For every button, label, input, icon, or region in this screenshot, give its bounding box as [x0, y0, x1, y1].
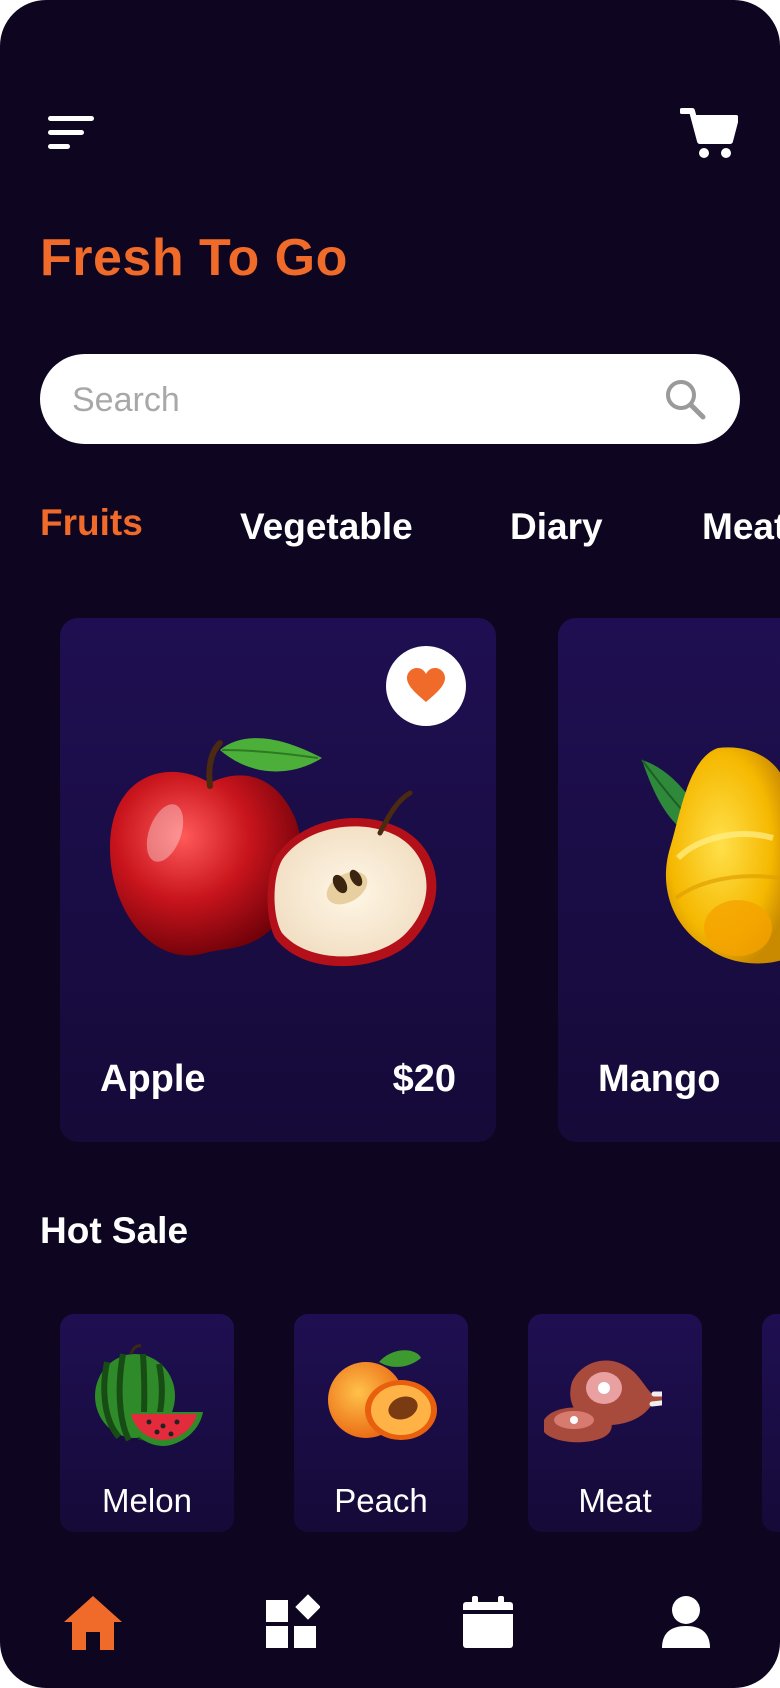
page-title: Fresh To Go: [40, 229, 348, 287]
product-name: Mango: [598, 1058, 721, 1100]
search-input[interactable]: [70, 354, 634, 446]
product-card-apple[interactable]: Apple $20: [60, 618, 496, 1142]
heart-icon: [407, 668, 445, 702]
section-title-hot-sale: Hot Sale: [40, 1210, 189, 1251]
tab-diary[interactable]: Diary: [510, 506, 603, 548]
peach-image: [328, 1350, 437, 1440]
mango-image: [641, 747, 780, 964]
profile-icon[interactable]: [660, 1594, 724, 1654]
cart-icon[interactable]: [679, 106, 739, 160]
tab-vegetable[interactable]: Vegetable: [240, 506, 413, 548]
hot-sale-item-melon[interactable]: Melon: [60, 1314, 234, 1532]
calendar-icon[interactable]: [460, 1594, 524, 1654]
meat-image: [544, 1360, 662, 1443]
search-bar: [40, 354, 740, 446]
hot-sale-item-name: Meat: [578, 1482, 652, 1519]
product-name: Apple: [100, 1058, 206, 1100]
categories-icon[interactable]: [264, 1594, 328, 1654]
menu-icon[interactable]: [48, 112, 96, 152]
tab-meat[interactable]: Meat: [702, 506, 780, 548]
home-icon[interactable]: [62, 1594, 126, 1654]
hot-sale-item-peach[interactable]: Peach: [294, 1314, 468, 1532]
hot-sale-item-name: Melon: [102, 1482, 192, 1519]
hot-sale-item-meat[interactable]: Meat: [528, 1314, 702, 1532]
search-icon[interactable]: [664, 378, 706, 420]
favorite-button[interactable]: [386, 646, 466, 726]
melon-image: [95, 1344, 203, 1446]
hot-sale-item-partial[interactable]: [762, 1314, 780, 1532]
tab-fruits[interactable]: Fruits: [40, 502, 143, 544]
hot-sale-item-name: Peach: [334, 1482, 428, 1519]
product-price: $20: [392, 1058, 456, 1100]
apple-image: [110, 738, 437, 967]
app-screen: Fresh To Go Fruits Vegetable Diary Meat: [0, 0, 780, 1688]
product-card-mango[interactable]: Mango: [558, 618, 780, 1142]
